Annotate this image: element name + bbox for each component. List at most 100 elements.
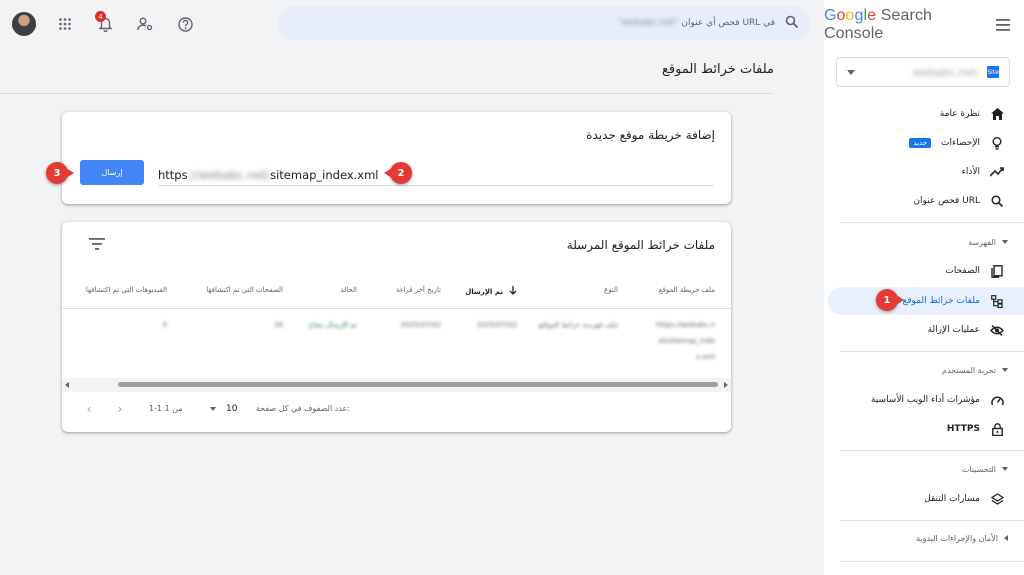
sidebar-item-label: عمليات الإزالة [927,325,980,335]
brand: Google Search Console [824,7,1010,42]
sidebar-item-label: مؤشرات أداء الويب الأساسية [870,395,980,405]
section-enhancements[interactable]: التحسينات [824,457,1024,481]
sidebar-item-label: الإحصاءات [941,138,980,148]
lightbulb-icon [990,136,1004,150]
section-indexing[interactable]: الفهرسة [824,230,1024,254]
chevron-down-icon [1002,368,1008,372]
brand-logo[interactable]: Google Search Console [824,7,985,43]
sidebar-item-label: الصفحات [945,266,980,276]
arrow-down-icon [509,286,517,297]
sidebar-item-url-inspection[interactable]: فحص عنوان URL [824,187,1024,215]
sidebar-item-core-web-vitals[interactable]: مؤشرات أداء الويب الأساسية [824,386,1024,414]
avatar[interactable] [12,12,36,36]
chevron-down-icon [210,407,216,411]
section-label: الأمان والإجراءات اليدوية [916,533,998,543]
chevron-left-icon [1004,535,1008,541]
sidebar-item-label: ملفات خرائط الموقع [902,296,980,306]
cell-sitemap-line: x.xml [695,353,715,361]
sidebar-item-overview[interactable]: نظرة عامة [824,100,1024,128]
column-header-status[interactable]: الحالة [340,286,357,294]
annotation-callout-2: 2 [384,162,412,184]
search-icon [785,15,799,31]
annotation-callout-3: 3 [46,162,74,184]
column-header-last-read[interactable]: تاريخ آخر قراءة [396,286,441,294]
chevron-right-icon[interactable]: › [113,402,127,416]
sitemap-url-input[interactable]: https://webabc.net/sitemap_index.xml [158,164,714,186]
chevron-down-icon [847,69,855,75]
section-security[interactable]: الأمان والإجراءات اليدوية [824,526,1024,550]
pagination-range: 1-1 من 1 [149,404,183,413]
visibility-off-icon [990,323,1004,337]
card-title: إضافة خريطة موقع جديدة [586,128,715,142]
property-badge-icon: Site [987,66,999,78]
layers-icon [990,492,1004,506]
submitted-sitemaps-card: ملفات خرائط الموقع المرسلة ملف خريطة الم… [62,222,731,432]
chevron-down-icon [1002,240,1008,244]
home-icon [990,107,1004,121]
notification-count-badge: 4 [95,11,106,22]
divider [840,222,1024,223]
sidebar-item-label: نظرة عامة [939,109,980,119]
sidebar-item-label: الأداء [961,167,980,177]
sitemap-icon [990,294,1004,308]
scroll-thumb[interactable] [118,382,718,387]
property-selector[interactable]: webabc.net Site [836,57,1010,87]
chevron-left-icon[interactable]: ‹ [82,402,96,416]
speed-icon [990,393,1004,407]
scroll-left-icon[interactable] [65,382,69,388]
trending-up-icon [990,165,1004,179]
new-badge: جديد [909,138,932,148]
add-sitemap-card: إضافة خريطة موقع جديدة https://webabc.ne… [46,112,731,204]
lock-icon [990,422,1004,436]
section-experience[interactable]: تجربة المستخدم [824,358,1024,382]
blurred-domain: ://webabc.net/ [187,167,271,182]
sidebar-item-https[interactable]: HTTPS [824,415,1024,443]
top-bar: "webabc.net" فحص أي عنوان URL في 4 [0,0,824,48]
menu-icon[interactable] [995,17,1010,33]
submit-button[interactable]: إرسال [80,160,144,185]
search-input[interactable]: "webabc.net" فحص أي عنوان URL في [278,6,810,40]
sidebar-item-removals[interactable]: عمليات الإزالة [824,316,1024,344]
rows-per-page-label: عدد الصفوف في كل صفحة: [255,404,350,413]
sidebar-item-performance[interactable]: الأداء [824,158,1024,186]
column-header-type[interactable]: النوع [604,286,618,294]
column-header-sitemap[interactable]: ملف خريطة الموقع [659,286,715,294]
pages-icon [990,264,1004,278]
scroll-right-icon[interactable] [724,382,728,388]
divider [840,520,1024,521]
section-label: الفهرسة [968,237,996,247]
divider [62,308,731,309]
rows-per-page-select[interactable]: 10 [210,404,246,414]
property-name: webabc.net [912,65,977,79]
manage-users-icon[interactable] [134,13,156,35]
column-header-videos[interactable]: الفيديوهات التي تم اكتشافها [86,286,167,294]
sidebar-item-pages[interactable]: الصفحات [824,257,1024,285]
sidebar-item-sitemaps[interactable]: ملفات خرائط الموقع [828,287,1024,315]
section-label: تجربة المستخدم [941,365,996,375]
divider [840,450,1024,451]
cell-videos: 0 [162,321,167,329]
top-icons: 4 [12,11,196,36]
cell-sitemap-line: https://webabc.n [656,321,715,329]
sidebar-item-breadcrumbs[interactable]: مسارات التنقل [824,485,1024,513]
notifications-bell-icon[interactable]: 4 [94,11,116,35]
cell-submitted: 2025/07/02 [476,321,517,329]
card-title: ملفات خرائط الموقع المرسلة [566,238,715,252]
column-header-submitted[interactable]: تم الإرسال [465,286,517,297]
column-header-pages[interactable]: الصفحات التي تم اكتشافها [206,286,283,294]
search-icon [990,194,1004,208]
divider [840,561,1024,562]
sidebar-item-insights[interactable]: جديد الإحصاءات [824,129,1024,157]
apps-grid-icon[interactable] [54,13,76,35]
search-placeholder: "webabc.net" فحص أي عنوان URL في [617,18,775,28]
sidebar-item-label: فحص عنوان URL [913,196,980,206]
horizontal-scrollbar[interactable] [62,378,731,392]
sidebar: Google Search Console webabc.net Site نظ… [824,0,1024,575]
cell-sitemap-line: et/sitemap_inde [658,337,715,345]
cell-status: تم الإرسال بنجاح [308,321,357,329]
help-icon[interactable] [174,13,196,35]
sidebar-item-label: HTTPS [946,424,980,434]
cell-last-read: 2025/07/02 [400,321,441,329]
cell-type: ملف فهرسة خرائط المواقع [538,321,618,329]
filter-icon[interactable] [89,238,105,250]
